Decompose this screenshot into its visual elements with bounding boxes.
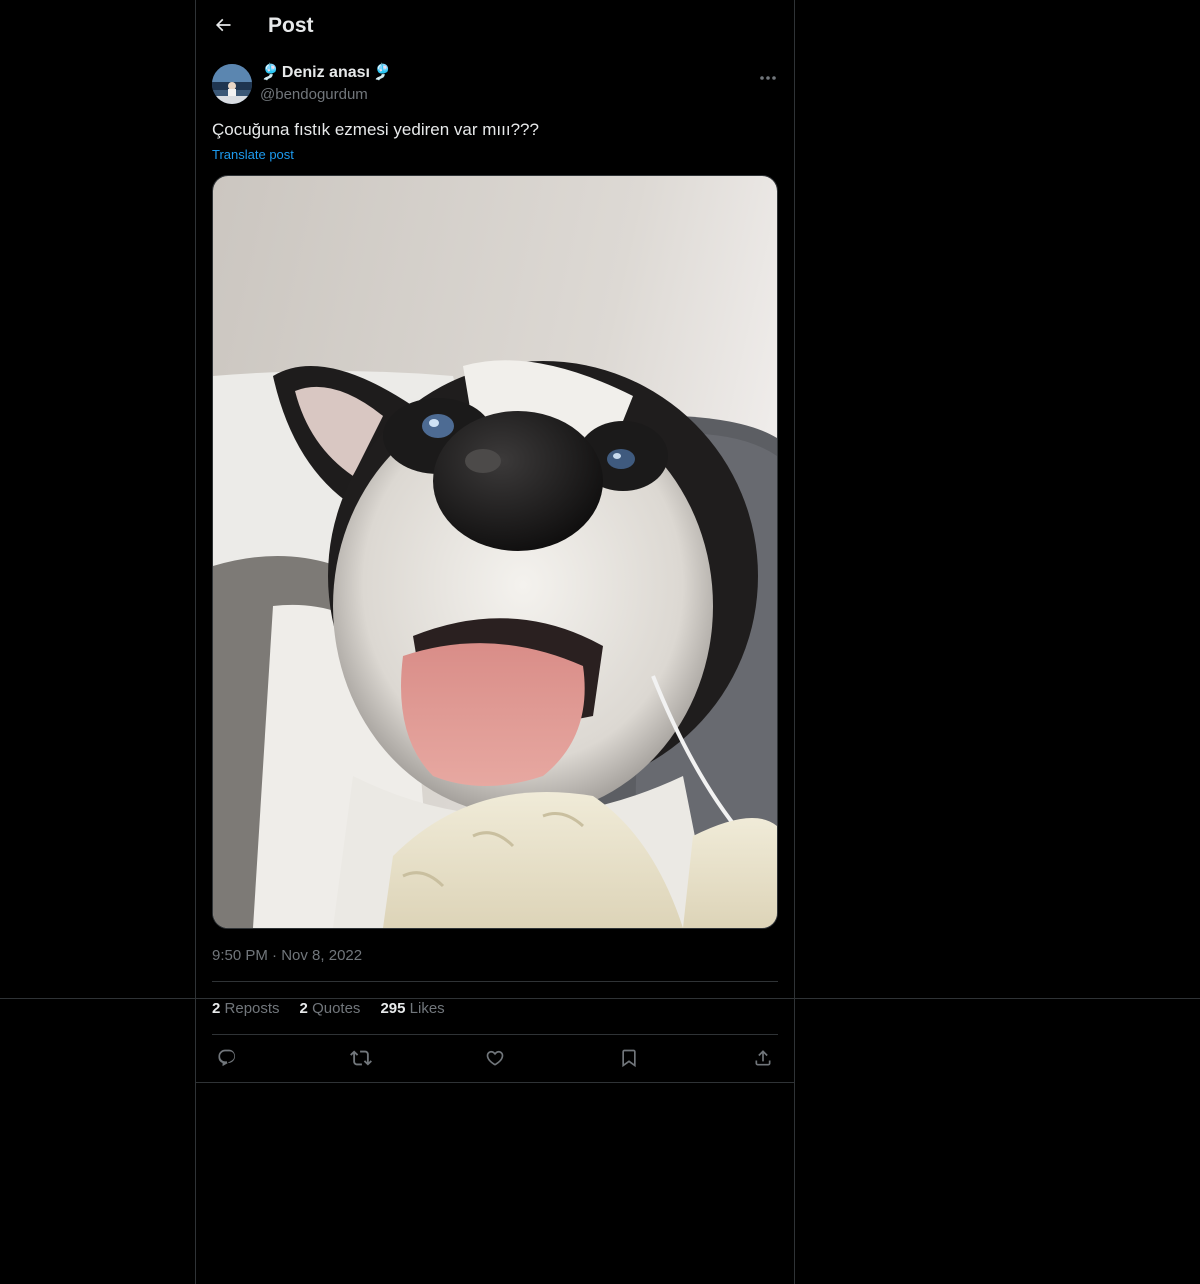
repost-button[interactable] [344, 1043, 378, 1077]
divider-bottom [212, 1034, 778, 1035]
author-name[interactable]: 🎐 Deniz anası 🎐 [260, 64, 392, 82]
quotes-count: 2 [299, 1000, 308, 1017]
author-handle[interactable]: @bendogurdum [260, 86, 368, 103]
husky-photo [213, 176, 777, 928]
jellyfish-emoji-right: 🎐 [371, 64, 392, 81]
post-date: Nov 8, 2022 [281, 947, 363, 964]
reply-icon [217, 1048, 237, 1072]
quotes-stat[interactable]: 2 Quotes [300, 1000, 361, 1017]
post-image[interactable] [212, 175, 778, 929]
share-button[interactable] [746, 1043, 780, 1077]
post-column: Post 🎐 Deniz anası 🎐 @bendogurdum Çocuğu… [195, 0, 795, 1284]
action-bar [206, 1043, 786, 1077]
more-icon [759, 66, 777, 85]
post-text: Çocuğuna fıstık ezmesi yediren var mııı?… [212, 120, 539, 139]
quotes-label: Quotes [312, 1000, 361, 1017]
share-icon [753, 1048, 773, 1072]
reposts-label: Reposts [224, 1000, 280, 1017]
like-icon [485, 1048, 505, 1072]
repost-icon [350, 1047, 372, 1073]
back-button[interactable] [206, 10, 240, 44]
post-stats: 2 Reposts 2 Quotes 295 Likes [212, 1000, 445, 1017]
reposts-count: 2 [212, 1000, 221, 1017]
page: Post 🎐 Deniz anası 🎐 @bendogurdum Çocuğu… [0, 0, 1200, 1284]
post-bottom-border [196, 1082, 794, 1083]
header: Post [196, 0, 794, 54]
more-options-button[interactable] [754, 64, 782, 86]
author-display-name: Deniz anası [281, 64, 370, 81]
likes-count: 295 [380, 1000, 406, 1017]
avatar[interactable] [212, 64, 252, 104]
jellyfish-emoji-left: 🎐 [260, 64, 280, 81]
likes-stat[interactable]: 295 Likes [380, 1000, 444, 1017]
like-button[interactable] [478, 1043, 512, 1077]
translate-post-link[interactable]: Translate post [212, 147, 294, 162]
timestamp-separator: · [272, 947, 278, 964]
likes-label: Likes [409, 1000, 445, 1017]
arrow-left-icon [213, 15, 233, 39]
bookmark-button[interactable] [612, 1043, 646, 1077]
bookmark-icon [619, 1048, 639, 1072]
reposts-stat[interactable]: 2 Reposts [212, 1000, 280, 1017]
divider-top [212, 981, 778, 982]
post-timestamp[interactable]: 9:50 PM · Nov 8, 2022 [212, 947, 362, 964]
reply-button[interactable] [210, 1043, 244, 1077]
page-title: Post [268, 14, 314, 37]
post-time: 9:50 PM [212, 947, 268, 964]
